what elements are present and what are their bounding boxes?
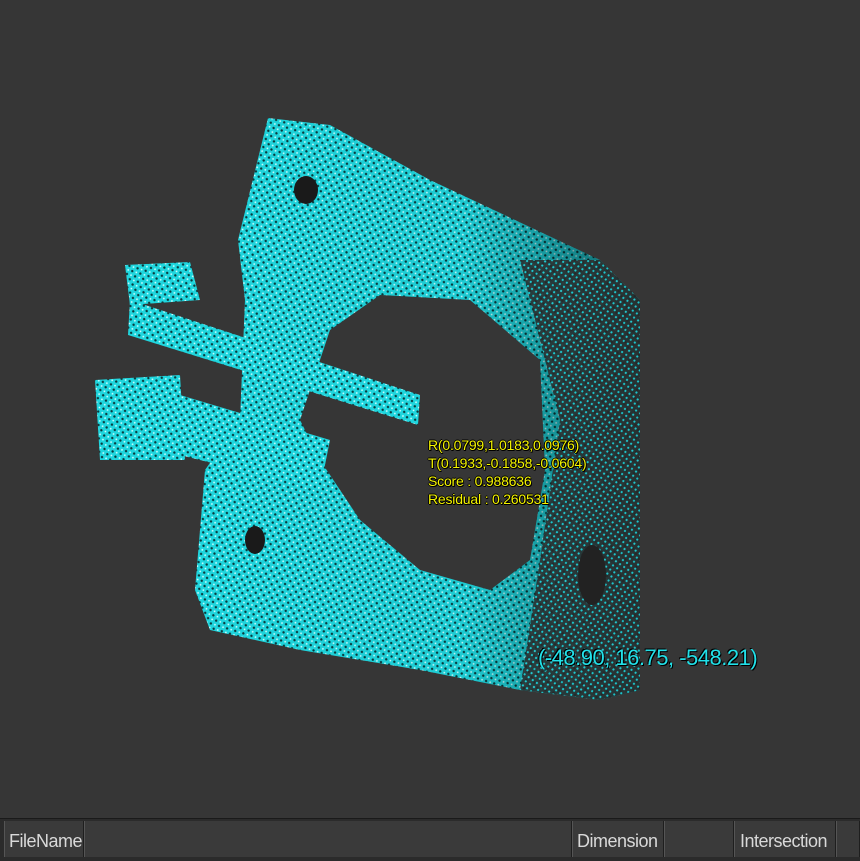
rotation-text: R(0.0799,1.0183,0.0976) bbox=[428, 437, 580, 453]
dimension-value-panel bbox=[664, 821, 734, 857]
score-text: Score : 0.988636 bbox=[428, 473, 532, 489]
dimension-label: Dimension bbox=[577, 831, 658, 851]
registration-result-overlay: R(0.0799,1.0183,0.0976) T(0.1933,-0.1858… bbox=[428, 436, 587, 508]
intersection-panel: Intersection bbox=[734, 821, 836, 857]
3d-viewport[interactable]: R(0.0799,1.0183,0.0976) T(0.1933,-0.1858… bbox=[0, 0, 860, 818]
point-cloud-model bbox=[95, 118, 640, 700]
filename-label: FileName bbox=[9, 831, 83, 851]
filename-panel: FileName bbox=[4, 821, 84, 857]
status-bar: FileName Dimension Intersection bbox=[0, 818, 860, 861]
cursor-coordinate-readout: (-48.90, 16.75, -548.21) bbox=[538, 645, 758, 670]
point-cloud-view[interactable] bbox=[0, 0, 860, 818]
residual-text: Residual : 0.260531 bbox=[428, 491, 549, 507]
filename-value-panel bbox=[84, 821, 572, 857]
dimension-panel: Dimension bbox=[572, 821, 664, 857]
intersection-label: Intersection bbox=[740, 831, 828, 851]
translation-text: T(0.1933,-0.1858,-0.0604) bbox=[428, 455, 587, 471]
intersection-value-panel bbox=[836, 821, 860, 857]
